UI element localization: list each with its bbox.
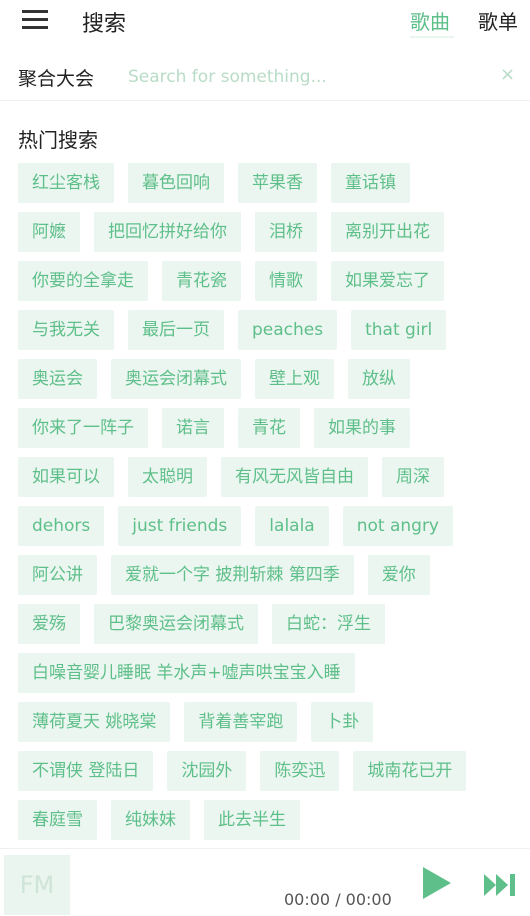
hot-search-tag[interactable]: 如果爱忘了	[331, 261, 444, 301]
tag-row: 春庭雪 纯妹妹 此去半生	[18, 800, 518, 840]
tag-row: 阿公讲 爱就一个字 披荆斩棘 第四季 爱你	[18, 555, 518, 595]
tag-row: 奥运会 奥运会闭幕式 壁上观 放纵	[18, 359, 518, 399]
hot-search-tag[interactable]: 苹果香	[238, 163, 317, 203]
hot-search-tag[interactable]: 有风无风皆自由	[221, 457, 368, 497]
hot-search-tag[interactable]: 阿嬷	[18, 212, 80, 252]
hot-search-tag[interactable]: 如果的事	[314, 408, 410, 448]
tag-row: 阿嬷 把回忆拼好给你 泪桥 离别开出花	[18, 212, 518, 252]
active-tab-indicator	[410, 36, 454, 38]
header: 搜索 歌曲 歌单	[0, 0, 530, 42]
page-title: 搜索	[82, 12, 127, 37]
hot-search-tag[interactable]: 陈奕迅	[260, 751, 340, 791]
hot-search-tag[interactable]: 背着善宰跑	[184, 702, 298, 742]
hot-search-tag[interactable]: dehors	[18, 506, 105, 546]
tag-row: 与我无关 最后一页 peaches that girl	[18, 310, 518, 350]
hot-search-tag[interactable]: 把回忆拼好给你	[94, 212, 241, 252]
hot-search-tag[interactable]: 巴黎奥运会闭幕式	[94, 604, 258, 644]
tag-row: 你要的全拿走 青花瓷 情歌 如果爱忘了	[18, 261, 518, 301]
hot-search-tag[interactable]: 沈园外	[167, 751, 247, 791]
clear-icon[interactable]: ×	[500, 64, 515, 85]
hot-search-tag[interactable]: 你要的全拿走	[18, 261, 148, 301]
menu-icon[interactable]	[22, 10, 48, 30]
tab-songs[interactable]: 歌曲	[410, 6, 450, 35]
hot-search-tag[interactable]: 此去半生	[204, 800, 300, 840]
hot-search-tag[interactable]: 童话镇	[331, 163, 410, 203]
hot-search-tag[interactable]: 纯妹妹	[111, 800, 190, 840]
hot-search-tag[interactable]: peaches	[238, 310, 338, 350]
hot-search-tag[interactable]: 奥运会闭幕式	[111, 359, 241, 399]
search-input[interactable]	[126, 60, 490, 94]
hot-search-tag[interactable]: 白噪音婴儿睡眠 羊水声+嘘声哄宝宝入睡	[18, 653, 355, 693]
hot-search-tag[interactable]: 周深	[382, 457, 444, 497]
player-bar: FM 00:00 / 00:00	[0, 848, 530, 916]
hot-search-tag[interactable]: 情歌	[255, 261, 317, 301]
hot-search-tag[interactable]: 不谓侠 登陆日	[18, 751, 154, 791]
hot-search-tag[interactable]: 白蛇：浮生	[272, 604, 385, 644]
fm-cover[interactable]: FM	[4, 855, 70, 915]
hot-search-tag[interactable]: 最后一页	[128, 310, 224, 350]
tag-row: 白噪音婴儿睡眠 羊水声+嘘声哄宝宝入睡	[18, 653, 518, 693]
hot-search-tag[interactable]: 与我无关	[18, 310, 114, 350]
hot-search-tag[interactable]: 壁上观	[255, 359, 334, 399]
hot-search-tag[interactable]: 爱殇	[18, 604, 80, 644]
hot-search-tag[interactable]: 放纵	[348, 359, 410, 399]
hot-search-tag[interactable]: 暮色回响	[128, 163, 224, 203]
hot-search-tag[interactable]: 泪桥	[255, 212, 317, 252]
hot-search-tag[interactable]: lalala	[255, 506, 329, 546]
hot-search-title: 热门搜索	[18, 128, 98, 152]
hot-search-tag[interactable]: 红尘客栈	[18, 163, 114, 203]
hot-search-tag[interactable]: 离别开出花	[331, 212, 444, 252]
tag-row: 爱殇 巴黎奥运会闭幕式 白蛇：浮生	[18, 604, 518, 644]
tag-row: dehors just friends lalala not angry	[18, 506, 518, 546]
hot-search-tag[interactable]: not angry	[342, 506, 453, 546]
tag-row: 不谓侠 登陆日 沈园外 陈奕迅 城南花已开	[18, 751, 518, 791]
hot-search-tag[interactable]: 诺言	[162, 408, 224, 448]
tag-row: 如果可以 太聪明 有风无风皆自由 周深	[18, 457, 518, 497]
tag-row: 薄荷夏天 姚晓棠 背着善宰跑 卜卦	[18, 702, 518, 742]
hot-search-tag[interactable]: 太聪明	[128, 457, 207, 497]
hot-search-tag[interactable]: 你来了一阵子	[18, 408, 148, 448]
hot-search-tag[interactable]: 青花	[238, 408, 300, 448]
hot-search-tags: 红尘客栈 暮色回响 苹果香 童话镇 阿嬷 把回忆拼好给你 泪桥 离别开出花 你要的全拿走 青花瓷情…	[18, 163, 518, 849]
hot-search-tag[interactable]: 如果可以	[18, 457, 114, 497]
hot-search-tag[interactable]: 卜卦	[311, 702, 374, 742]
hot-search-tag[interactable]: 奥运会	[18, 359, 97, 399]
hot-search-tag[interactable]: 阿公讲	[18, 555, 97, 595]
tag-row: 你来了一阵子 诺言 青花 如果的事	[18, 408, 518, 448]
hot-search-tag[interactable]: that girl	[351, 310, 447, 350]
play-icon[interactable]	[418, 865, 454, 901]
tab-playlists[interactable]: 歌单	[478, 6, 518, 35]
hot-search-tag[interactable]: just friends	[118, 506, 242, 546]
hot-search-tag[interactable]: 爱就一个字 披荆斩棘 第四季	[111, 555, 354, 595]
playback-time: 00:00 / 00:00	[284, 890, 392, 909]
tag-row: 红尘客栈 暮色回响 苹果香 童话镇	[18, 163, 518, 203]
hot-search-tag[interactable]: 春庭雪	[18, 800, 97, 840]
hot-search-tag[interactable]: 青花瓷	[162, 261, 241, 301]
hot-search-tag[interactable]: 城南花已开	[353, 751, 467, 791]
search-bar: 聚合大会 ×	[0, 52, 530, 101]
search-source-selector[interactable]: 聚合大会	[18, 64, 94, 91]
next-track-icon[interactable]	[482, 871, 518, 899]
hot-search-tag[interactable]: 爱你	[367, 555, 430, 595]
hot-search-tag[interactable]: 薄荷夏天 姚晓棠	[18, 702, 171, 742]
